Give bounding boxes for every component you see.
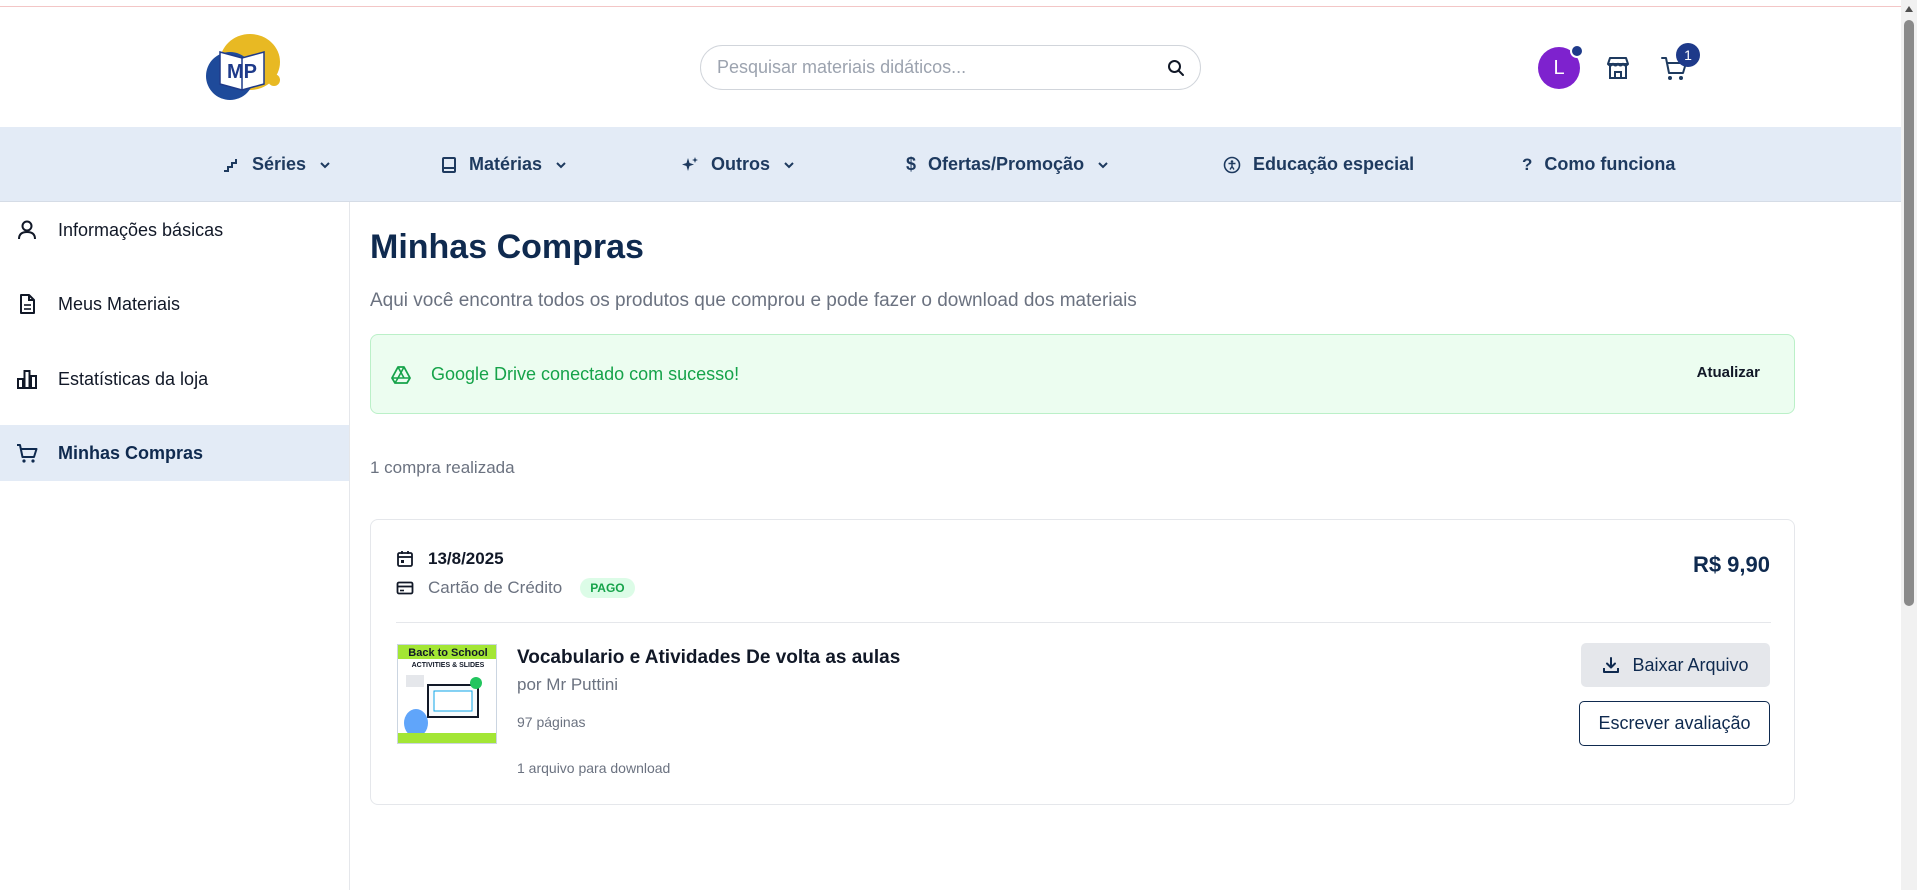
download-icon <box>1603 657 1620 673</box>
nav-item-series[interactable]: Séries <box>222 127 332 202</box>
store-icon[interactable] <box>1603 53 1633 83</box>
payment-method: Cartão de Crédito <box>428 578 563 597</box>
product-pages: 97 páginas <box>517 714 586 730</box>
sidebar-item-minhas-compras[interactable]: Minhas Compras <box>0 425 349 481</box>
nav-item-label: Outros <box>711 154 771 174</box>
search-bar <box>700 45 1201 90</box>
chevron-down-icon <box>784 161 794 168</box>
nav-item-label: Como funciona <box>1544 154 1676 174</box>
divider <box>396 622 1771 623</box>
bar-chart-icon <box>17 370 37 389</box>
sidebar-item-label: Informações básicas <box>58 219 224 240</box>
sidebar-item-estatisticas[interactable]: Estatísticas da loja <box>0 351 349 407</box>
question-icon: ? <box>1522 154 1533 174</box>
nav-item-label: Educação especial <box>1253 154 1415 174</box>
nav-item-label: Matérias <box>469 154 543 174</box>
scrollbar[interactable] <box>1901 0 1917 890</box>
product-author: por Mr Puttini <box>517 675 619 694</box>
nav-item-label: Séries <box>252 154 307 174</box>
page-subtitle: Aqui você encontra todos os produtos que… <box>370 290 1137 311</box>
svg-text:ACTIVITIES & SLIDES: ACTIVITIES & SLIDES <box>412 662 485 669</box>
avatar-initial: L <box>1553 56 1565 79</box>
scroll-up-arrow[interactable] <box>1905 6 1913 12</box>
write-review-button[interactable]: Escrever avaliação <box>1579 701 1770 746</box>
order-date: 13/8/2025 <box>428 549 504 568</box>
order-payment-row: Cartão de Crédito PAGO <box>396 578 635 598</box>
sidebar-item-informacoes-basicas[interactable]: Informações básicas <box>0 202 349 258</box>
stairs-icon <box>224 158 237 172</box>
top-border <box>0 0 1917 7</box>
credit-card-icon <box>396 581 414 595</box>
order-card: 13/8/2025 Cartão de Crédito PAGO R$ 9,90… <box>370 519 1795 805</box>
scroll-thumb[interactable] <box>1904 20 1914 606</box>
sidebar: Informações básicas Meus Materiais Estat… <box>0 202 350 890</box>
accessibility-icon <box>1223 156 1241 173</box>
chevron-down-icon <box>320 161 330 168</box>
nav-item-outros[interactable]: Outros <box>681 127 796 202</box>
product-title[interactable]: Vocabulario e Atividades De volta as aul… <box>517 647 900 669</box>
sidebar-item-label: Meus Materiais <box>58 293 181 314</box>
download-label: Baixar Arquivo <box>1632 654 1749 675</box>
order-date-row: 13/8/2025 <box>396 549 504 569</box>
svg-text:Back to School: Back to School <box>408 647 487 659</box>
file-text-icon <box>20 294 35 314</box>
nav-item-materias[interactable]: Matérias <box>441 127 568 202</box>
google-drive-icon <box>391 366 411 384</box>
nav-item-label: Ofertas/Promoção <box>928 154 1085 174</box>
product-files: 1 arquivo para download <box>517 760 671 776</box>
cart-count-badge: 1 <box>1676 43 1700 67</box>
refresh-button[interactable]: Atualizar <box>1697 364 1760 381</box>
alert-message: Google Drive conectado com sucesso! <box>431 364 740 384</box>
sidebar-item-label: Estatísticas da loja <box>58 368 209 389</box>
main-nav: Séries Matérias Outros $ Ofertas/Promoçã… <box>0 127 1901 202</box>
calendar-icon <box>397 551 413 567</box>
order-price: R$ 9,90 <box>1692 552 1770 577</box>
header: MP L 1 <box>0 8 1901 127</box>
user-icon <box>18 220 36 240</box>
svg-text:MP: MP <box>227 61 257 83</box>
notification-dot <box>1570 44 1584 58</box>
user-avatar[interactable]: L <box>1538 44 1584 89</box>
product-thumbnail[interactable]: Back to School ACTIVITIES & SLIDES <box>397 644 497 744</box>
chevron-down-icon <box>1098 161 1108 168</box>
dollar-icon: $ <box>906 154 917 174</box>
status-badge: PAGO <box>580 578 635 598</box>
sparkles-icon <box>682 156 698 171</box>
nav-item-educacao-especial[interactable]: Educação especial <box>1223 127 1414 202</box>
cart-icon <box>17 444 38 463</box>
purchase-count: 1 compra realizada <box>370 458 515 477</box>
book-icon <box>442 156 456 173</box>
download-button[interactable]: Baixar Arquivo <box>1581 643 1770 687</box>
chevron-down-icon <box>556 161 566 168</box>
search-input[interactable] <box>717 46 1157 89</box>
success-alert: Google Drive conectado com sucesso! Atua… <box>370 334 1795 414</box>
nav-item-ofertas[interactable]: $ Ofertas/Promoção <box>906 127 1110 202</box>
sidebar-item-label: Minhas Compras <box>58 442 204 463</box>
sidebar-item-meus-materiais[interactable]: Meus Materiais <box>0 276 349 332</box>
nav-item-como-funciona[interactable]: ? Como funciona <box>1522 127 1675 202</box>
page-title: Minhas Compras <box>370 228 644 266</box>
search-icon[interactable] <box>1166 58 1186 78</box>
logo[interactable]: MP <box>204 32 282 104</box>
